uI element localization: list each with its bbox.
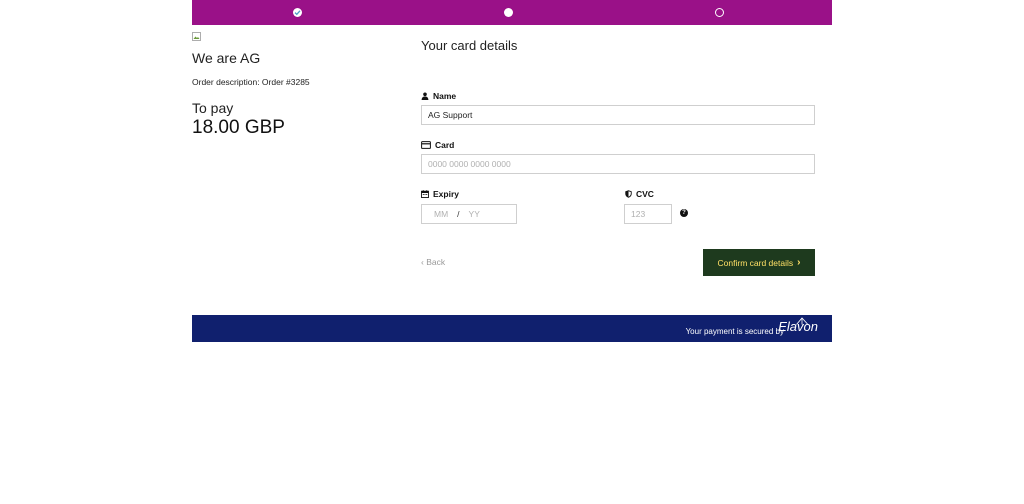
amount-due: 18.00 GBP — [192, 117, 285, 138]
chevron-right-icon: › — [797, 257, 801, 268]
to-pay-label: To pay — [192, 100, 234, 116]
card-label-text: Card — [435, 140, 455, 150]
elavon-logo: Elavon — [778, 317, 818, 334]
back-label: Back — [426, 257, 446, 267]
expiry-label: Expiry — [421, 189, 459, 199]
user-icon — [421, 92, 429, 100]
cvc-label-text: CVC — [636, 189, 654, 199]
confirm-card-details-button[interactable]: Confirm card details › — [703, 249, 815, 276]
expiry-year-input[interactable]: YY — [469, 209, 480, 219]
form-title: Your card details — [421, 38, 518, 53]
question-icon[interactable]: ? — [680, 209, 688, 217]
cvc-label: CVC — [625, 189, 654, 199]
order-description: Order description: Order #3285 — [192, 77, 310, 87]
step-1-complete — [293, 8, 302, 17]
card-label: Card — [421, 140, 454, 150]
progress-bar — [192, 0, 832, 25]
footer-bar: Your payment is secured by Elavon — [192, 315, 832, 342]
elavon-swoosh-icon — [796, 317, 809, 325]
confirm-label: Confirm card details — [717, 257, 794, 268]
chevron-left-icon: ‹ — [421, 257, 424, 267]
secured-by-text: Your payment is secured by — [685, 327, 784, 336]
credit-card-icon — [421, 141, 431, 149]
expiry-separator: / — [457, 209, 460, 219]
check-icon — [294, 10, 301, 16]
name-input[interactable] — [421, 105, 815, 125]
name-label-text: Name — [433, 91, 457, 101]
merchant-logo-image — [192, 28, 201, 41]
back-link[interactable]: ‹ Back — [421, 257, 445, 267]
name-label: Name — [421, 91, 456, 101]
shield-icon — [625, 190, 632, 198]
card-number-input[interactable] — [421, 154, 815, 174]
cvc-input[interactable] — [624, 204, 672, 224]
calendar-icon — [421, 190, 429, 198]
expiry-label-text: Expiry — [433, 189, 459, 199]
expiry-month-input[interactable]: MM — [434, 209, 448, 219]
step-2-current — [504, 8, 513, 17]
merchant-name: We are AG — [192, 50, 261, 66]
expiry-input-group[interactable]: MM / YY — [421, 204, 517, 224]
step-3-upcoming — [715, 8, 724, 17]
